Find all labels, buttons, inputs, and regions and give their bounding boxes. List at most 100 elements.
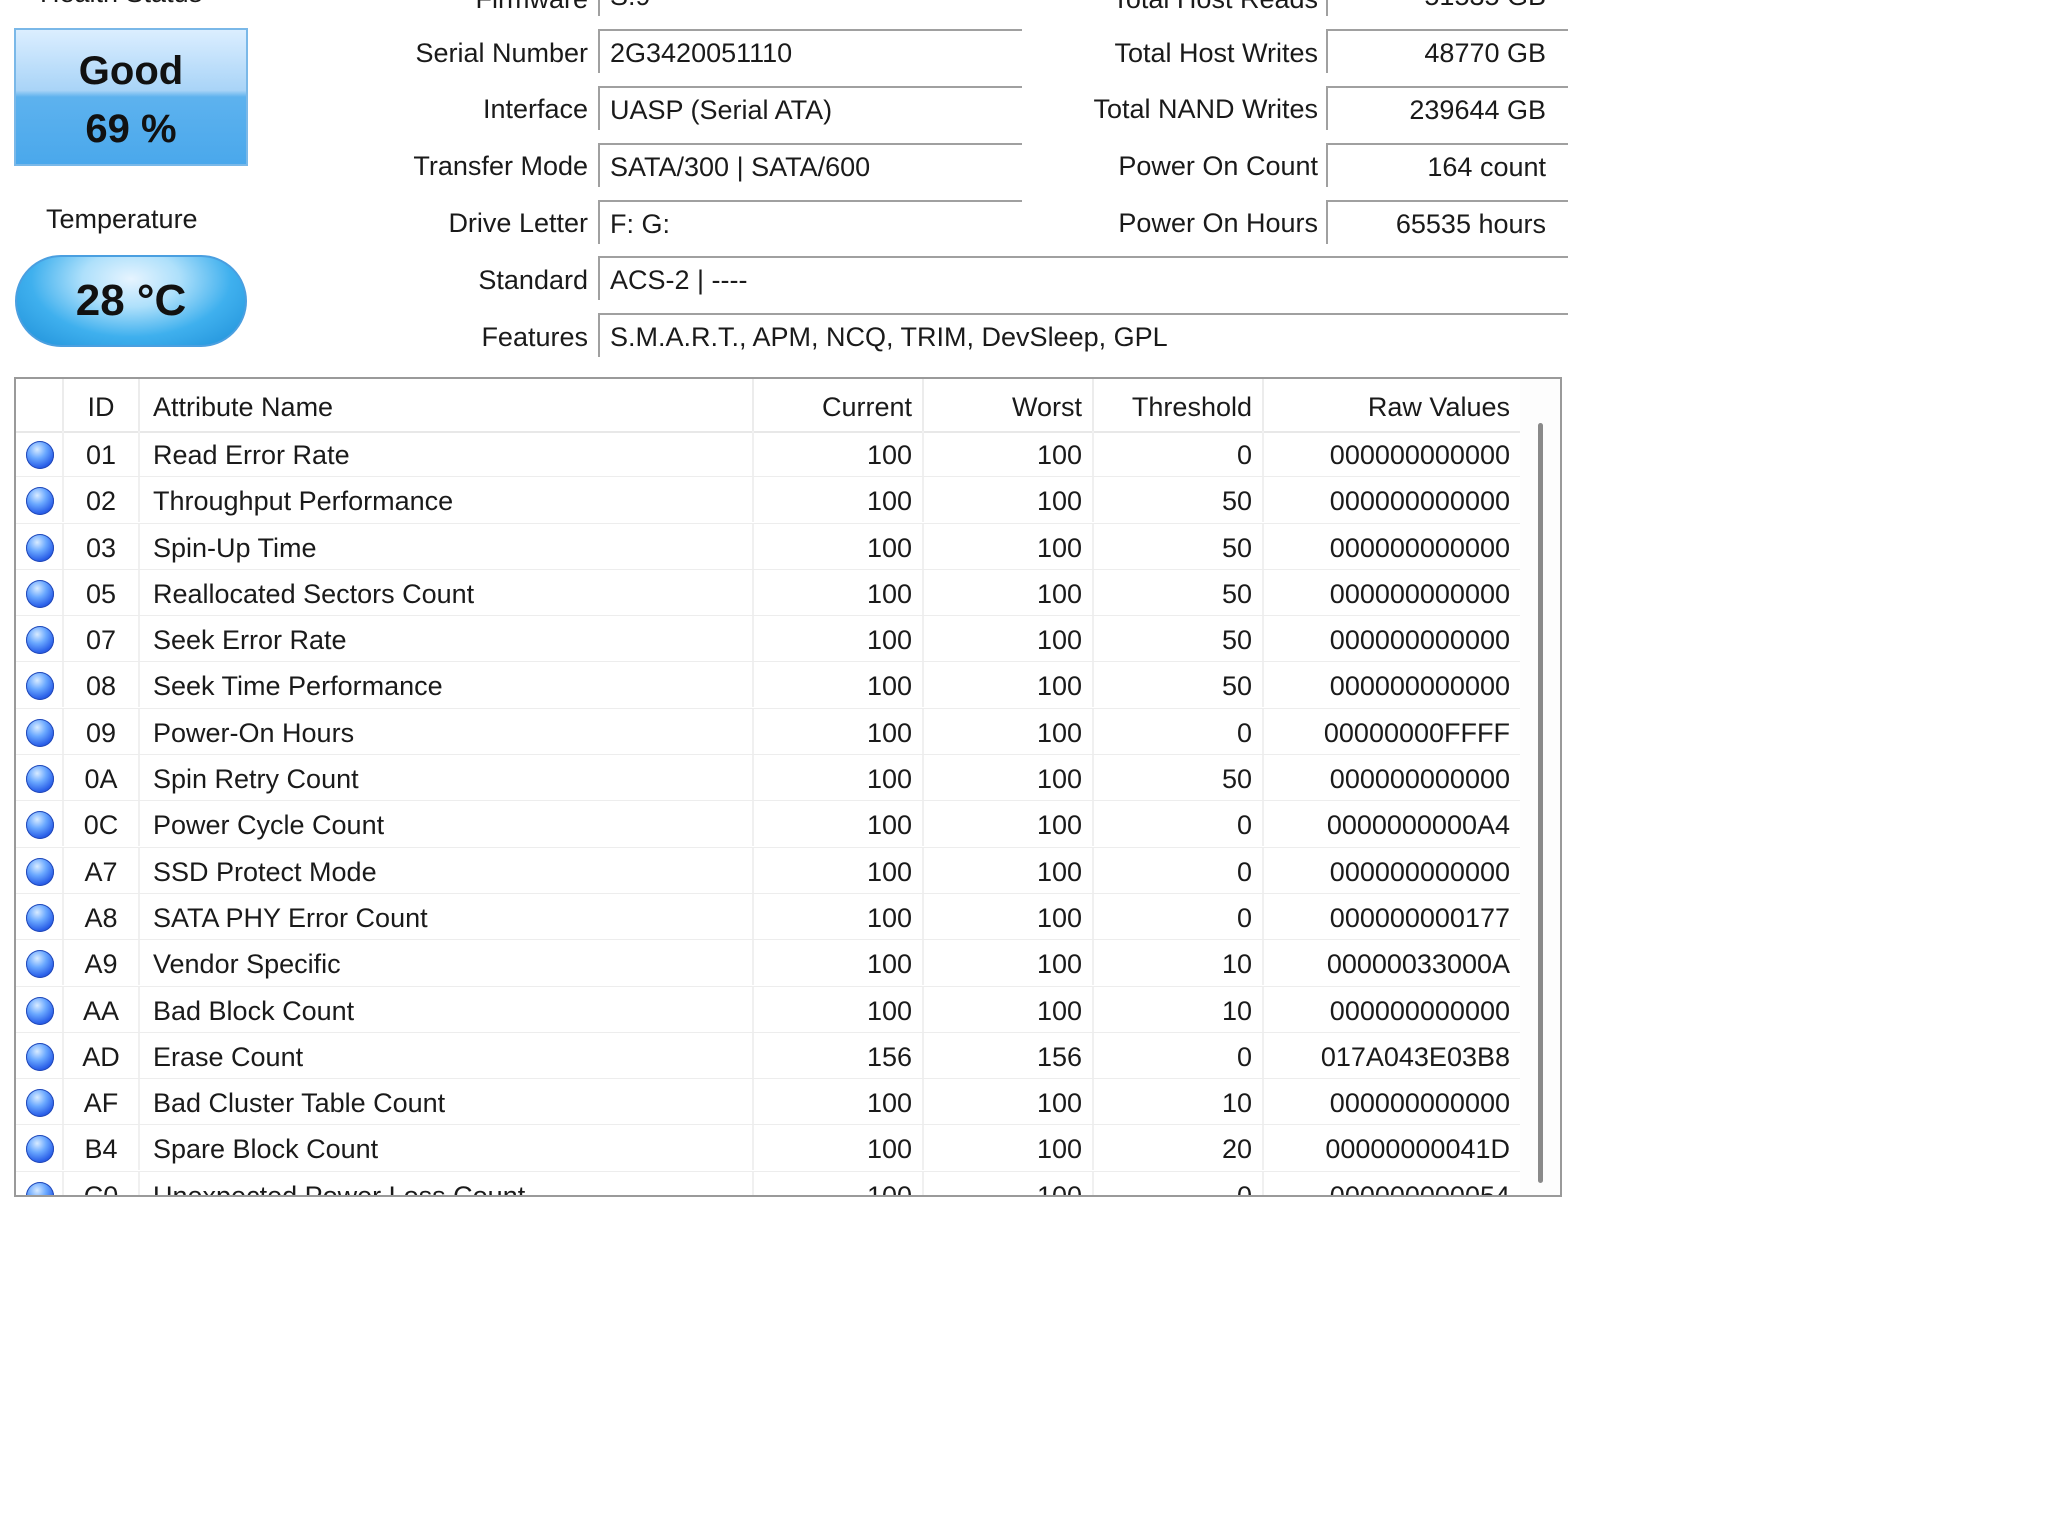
status-good-icon xyxy=(26,1089,54,1118)
table-row[interactable]: 08 Seek Time Performance 100 100 50 000000000… xyxy=(16,662,1520,709)
attribute-id: A8 xyxy=(64,893,140,939)
current-value: 100 xyxy=(754,1079,924,1125)
attribute-id: 05 xyxy=(64,569,140,615)
worst-value: 100 xyxy=(924,1079,1094,1125)
current-value: 100 xyxy=(754,847,924,893)
drive-letter-label: Drive Letter xyxy=(448,208,588,238)
status-good-icon xyxy=(26,487,54,516)
status-dot-cell xyxy=(16,847,64,893)
features-value: S.M.A.R.T., APM, NCQ, TRIM, DevSleep, GP… xyxy=(598,313,1568,357)
current-value: 100 xyxy=(754,616,924,662)
threshold-value: 0 xyxy=(1094,1171,1264,1195)
vertical-scrollbar[interactable] xyxy=(1520,379,1560,1195)
attribute-name: Power-On Hours xyxy=(140,708,754,754)
scrollbar-thumb[interactable] xyxy=(1538,423,1543,1183)
threshold-value: 10 xyxy=(1094,986,1264,1032)
table-row[interactable]: 0C Power Cycle Count 100 100 0 0000000000A4 xyxy=(16,801,1520,848)
threshold-value: 50 xyxy=(1094,755,1264,801)
table-row[interactable]: 01 Read Error Rate 100 100 0 000000000000 xyxy=(16,431,1520,478)
status-good-icon xyxy=(26,1042,54,1071)
worst-value: 100 xyxy=(924,708,1094,754)
header-attribute-name[interactable]: Attribute Name xyxy=(140,379,754,431)
worst-value: 100 xyxy=(924,523,1094,569)
current-value: 156 xyxy=(754,1032,924,1078)
status-good-icon xyxy=(26,533,54,562)
threshold-value: 0 xyxy=(1094,708,1264,754)
attribute-id: 0A xyxy=(64,755,140,801)
attribute-id: A7 xyxy=(64,847,140,893)
attribute-name: Spare Block Count xyxy=(140,1125,754,1171)
header-current[interactable]: Current xyxy=(754,379,924,431)
table-row[interactable]: A9 Vendor Specific 100 100 10 00000033000A xyxy=(16,940,1520,987)
attribute-name: Unexpected Power Loss Count xyxy=(140,1171,754,1195)
current-value: 100 xyxy=(754,431,924,476)
table-row[interactable]: AF Bad Cluster Table Count 100 100 10 0000000… xyxy=(16,1079,1520,1126)
header-status[interactable] xyxy=(16,379,64,431)
attribute-id: C0 xyxy=(64,1171,140,1195)
status-dot-cell xyxy=(16,431,64,476)
current-value: 100 xyxy=(754,708,924,754)
attribute-name: Throughput Performance xyxy=(140,477,754,523)
raw-value: 0000000000A4 xyxy=(1326,810,1510,841)
temperature-label: Temperature xyxy=(46,204,198,234)
table-row[interactable]: A7 SSD Protect Mode 100 100 0 000000000000 xyxy=(16,847,1520,894)
table-row[interactable]: AD Erase Count 156 156 0 017A043E03B8 xyxy=(16,1032,1520,1080)
table-row[interactable]: B4 Spare Block Count 100 100 20 00000000041D xyxy=(16,1125,1520,1172)
attribute-id: 02 xyxy=(64,477,140,523)
header-raw-values[interactable]: Raw Values xyxy=(1264,379,1520,431)
table-row[interactable]: 07 Seek Error Rate 100 100 50 000000000000 xyxy=(16,616,1520,663)
worst-value: 100 xyxy=(924,801,1094,847)
table-row[interactable]: 05 Reallocated Sectors Count 100 100 50 00000… xyxy=(16,569,1520,617)
header-id[interactable]: ID xyxy=(64,379,140,431)
status-good-icon xyxy=(26,857,54,886)
smart-attributes-table[interactable]: ID Attribute Name Current Worst Threshol… xyxy=(14,377,1562,1197)
worst-value: 100 xyxy=(924,755,1094,801)
threshold-value: 0 xyxy=(1094,893,1264,939)
standard-label: Standard xyxy=(478,265,588,295)
raw-value: 000000000000 xyxy=(1329,440,1510,470)
header-threshold[interactable]: Threshold xyxy=(1094,379,1264,431)
current-value: 100 xyxy=(754,662,924,708)
temperature-button[interactable]: 28 °C xyxy=(15,255,247,347)
threshold-value: 50 xyxy=(1094,477,1264,523)
attribute-id: B4 xyxy=(64,1125,140,1171)
table-row[interactable]: A8 SATA PHY Error Count 100 100 0 00000000017… xyxy=(16,893,1520,941)
total-host-reads-label: Total Host Reads xyxy=(1040,0,1318,16)
status-dot-cell xyxy=(16,523,64,569)
table-header: ID Attribute Name Current Worst Threshol… xyxy=(16,379,1520,433)
worst-value: 156 xyxy=(924,1032,1094,1078)
current-value: 100 xyxy=(754,1125,924,1171)
status-good-icon xyxy=(26,1135,54,1164)
total-nand-writes-label: Total NAND Writes xyxy=(1093,94,1318,124)
table-row[interactable]: 0A Spin Retry Count 100 100 50 000000000000 xyxy=(16,755,1520,802)
table-row[interactable]: 03 Spin-Up Time 100 100 50 000000000000 xyxy=(16,523,1520,570)
status-good-icon xyxy=(26,441,54,469)
worst-value: 100 xyxy=(924,847,1094,893)
worst-value: 100 xyxy=(924,986,1094,1032)
current-value: 100 xyxy=(754,801,924,847)
health-status-button[interactable]: Good 69 % xyxy=(14,28,248,166)
standard-value: ACS-2 | ---- xyxy=(598,256,1568,300)
firmware-label: Firmware xyxy=(380,0,589,16)
raw-value: 000000000000 xyxy=(1329,764,1510,795)
interface-label: Interface xyxy=(482,94,588,124)
interface-value: UASP (Serial ATA) xyxy=(598,86,1022,130)
raw-value: 000000000054 xyxy=(1329,1180,1510,1197)
table-row[interactable]: AA Bad Block Count 100 100 10 000000000000 xyxy=(16,986,1520,1033)
threshold-value: 50 xyxy=(1094,523,1264,569)
threshold-value: 50 xyxy=(1094,662,1264,708)
serial-number-label: Serial Number xyxy=(415,38,588,68)
current-value: 100 xyxy=(754,477,924,523)
table-row[interactable]: 09 Power-On Hours 100 100 0 00000000FFFF xyxy=(16,708,1520,756)
raw-value: 00000000FFFF xyxy=(1323,717,1510,748)
raw-value: 000000000000 xyxy=(1329,995,1510,1026)
status-good-icon xyxy=(26,765,54,794)
header-worst[interactable]: Worst xyxy=(924,379,1094,431)
status-dot-cell xyxy=(16,940,64,986)
status-dot-cell xyxy=(16,616,64,662)
threshold-value: 50 xyxy=(1094,569,1264,615)
attribute-id: AF xyxy=(64,1079,140,1125)
table-row[interactable]: 02 Throughput Performance 100 100 50 00000000… xyxy=(16,477,1520,524)
attribute-name: Seek Time Performance xyxy=(140,662,754,708)
table-row[interactable]: C0 Unexpected Power Loss Count 100 100 0 0000… xyxy=(16,1171,1520,1197)
